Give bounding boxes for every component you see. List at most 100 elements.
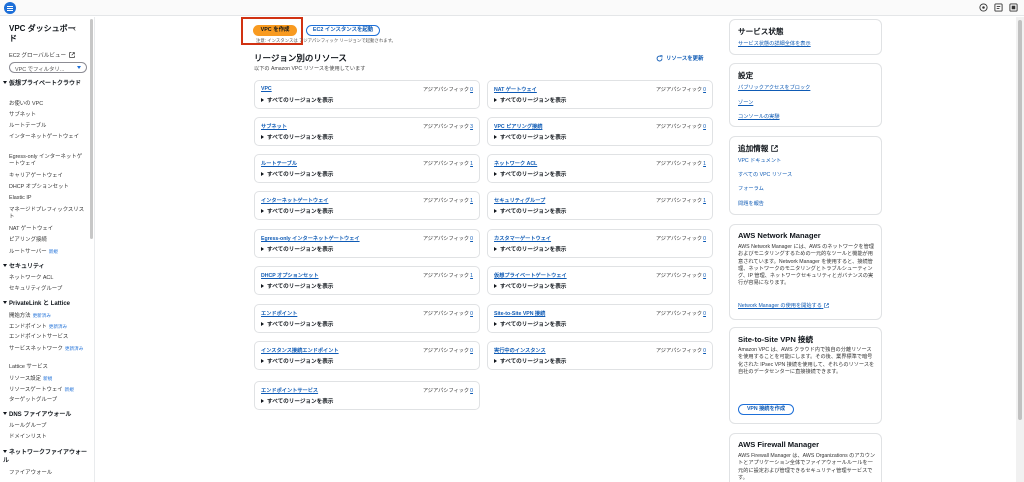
block-public-access-link[interactable]: パブリックアクセスをブロック <box>738 84 810 91</box>
resource-region-count: アジアパシフィック0 <box>422 236 473 242</box>
resource-link[interactable]: ネットワーク ACL <box>494 160 537 167</box>
show-all-regions-toggle[interactable]: すべてのリージョンを表示 <box>494 357 566 365</box>
external-link-icon <box>824 303 830 308</box>
resource-card-nacl: ネットワーク ACL アジアパシフィック1 すべてのリージョンを表示 <box>487 154 713 183</box>
sidebar-scrollbar[interactable] <box>90 19 93 239</box>
show-all-regions-toggle[interactable]: すべてのリージョンを表示 <box>494 96 566 104</box>
resource-link[interactable]: Egress-only インターネットゲートウェイ <box>261 235 360 242</box>
show-all-regions-toggle[interactable]: すべてのリージョンを表示 <box>261 320 333 328</box>
sidebar-item-nat[interactable]: NAT ゲートウェイ <box>9 226 85 233</box>
sidebar-item-lattice-services[interactable]: Lattice サービス <box>9 364 85 371</box>
sidebar-item-your-vpcs[interactable]: お使いの VPC <box>9 101 85 108</box>
resource-link[interactable]: Site-to-Site VPN 接続 <box>494 310 545 317</box>
sidebar-item-peering[interactable]: ピアリング接続 <box>9 237 85 244</box>
sidebar-section-network-firewall[interactable]: ネットワークファイアウォール <box>3 449 89 465</box>
resource-link[interactable]: DHCP オプションセット <box>261 272 319 279</box>
settings-panel: 設定 パブリックアクセスをブロック ゾーン コンソールの実験 <box>729 63 882 127</box>
help-icon[interactable] <box>1009 3 1018 12</box>
resource-link[interactable]: 実行中のインスタンス <box>494 347 546 354</box>
service-status-link[interactable]: サービス状態の詳細全体を表示 <box>738 40 811 47</box>
sidebar-section-dns[interactable]: DNS ファイアウォール <box>3 411 89 419</box>
sidebar-item-route-server[interactable]: ルートサーバー 新規 <box>9 248 85 256</box>
global-view-link[interactable]: EC2 グローバルビュー <box>9 51 75 59</box>
launch-ec2-button[interactable]: EC2 インスタンスを起動 <box>306 25 380 36</box>
resource-link[interactable]: エンドポイントサービス <box>261 387 318 394</box>
sidebar-item-target-groups[interactable]: ターゲットグループ <box>9 397 85 404</box>
top-bar <box>0 0 1024 16</box>
settings-icon[interactable] <box>994 3 1003 12</box>
show-all-regions-toggle[interactable]: すべてのリージョンを表示 <box>261 96 333 104</box>
show-all-regions-toggle[interactable]: すべてのリージョンを表示 <box>494 207 566 215</box>
forum-link[interactable]: フォーラム <box>738 185 764 192</box>
zones-link[interactable]: ゾーン <box>738 99 753 106</box>
vpc-docs-link[interactable]: VPC ドキュメント <box>738 157 781 164</box>
show-all-regions-toggle[interactable]: すべてのリージョンを表示 <box>494 245 566 253</box>
resource-link[interactable]: インスタンス接続エンドポイント <box>261 347 339 354</box>
sidebar-item-firewalls[interactable]: ファイアウォール <box>9 470 85 477</box>
show-all-regions-toggle[interactable]: すべてのリージョンを表示 <box>261 245 333 253</box>
resource-link[interactable]: VPC ピアリング接続 <box>494 123 542 130</box>
resource-link[interactable]: セキュリティグループ <box>494 197 545 204</box>
show-all-regions-toggle[interactable]: すべてのリージョンを表示 <box>261 170 333 178</box>
resource-link[interactable]: 仮想プライベートゲートウェイ <box>494 272 567 279</box>
resource-region-count: アジアパシフィック1 <box>422 273 473 279</box>
sidebar-item-carrier-gw[interactable]: キャリアゲートウェイ <box>9 173 85 180</box>
resource-card-igw: インターネットゲートウェイ アジアパシフィック1 すべてのリージョンを表示 <box>254 191 480 220</box>
sidebar-section-privatelink[interactable]: PrivateLink と Lattice <box>3 300 89 308</box>
menu-icon[interactable] <box>4 2 16 14</box>
console-experiments-link[interactable]: コンソールの実験 <box>738 113 780 120</box>
sidebar-collapse-icon[interactable]: ‹ <box>73 23 76 33</box>
network-manager-start-link[interactable]: Network Manager の使用を開始する <box>738 302 830 309</box>
sidebar-item-resource-config[interactable]: リソース設定 新規 <box>9 375 85 383</box>
vpn-description: Amazon VPC は、AWS クラウド内で独自の分離リソースを使用することを… <box>738 347 875 375</box>
resource-link[interactable]: サブネット <box>261 123 287 130</box>
sidebar-item-resource-gw[interactable]: リソースゲートウェイ 新規 <box>9 386 85 394</box>
sidebar-item-endpoint-services[interactable]: エンドポイントサービス <box>9 334 85 341</box>
resource-link[interactable]: NAT ゲートウェイ <box>494 86 537 93</box>
show-all-regions-toggle[interactable]: すべてのリージョンを表示 <box>261 207 333 215</box>
sidebar-item-sg[interactable]: セキュリティグループ <box>9 286 85 293</box>
show-all-regions-toggle[interactable]: すべてのリージョンを表示 <box>261 133 333 141</box>
sidebar-item-domain-lists[interactable]: ドメインリスト <box>9 434 85 441</box>
create-vpc-button[interactable]: VPC を作成 <box>253 25 297 36</box>
report-issue-link[interactable]: 問題を報告 <box>738 200 764 207</box>
sidebar-section-security[interactable]: セキュリティ <box>3 263 89 271</box>
resource-link[interactable]: カスタマーゲートウェイ <box>494 235 551 242</box>
show-all-regions-toggle[interactable]: すべてのリージョンを表示 <box>494 133 566 141</box>
show-all-regions-toggle[interactable]: すべてのリージョンを表示 <box>261 357 333 365</box>
sidebar-item-getting-started[interactable]: 開始方法 更新済み <box>9 312 85 320</box>
sidebar-item-rule-groups[interactable]: ルールグループ <box>9 423 85 430</box>
sidebar-item-endpoints[interactable]: エンドポイント 更新済み <box>9 323 85 331</box>
caret-down-icon <box>3 412 7 415</box>
scrollbar-thumb[interactable] <box>1018 20 1022 420</box>
show-all-regions-toggle[interactable]: すべてのリージョンを表示 <box>261 397 333 405</box>
sidebar-item-dhcp[interactable]: DHCP オプションセット <box>9 184 85 191</box>
caret-right-icon <box>494 359 497 363</box>
refresh-resources-button[interactable]: リソースを更新 <box>656 54 703 62</box>
show-all-regions-toggle[interactable]: すべてのリージョンを表示 <box>261 282 333 290</box>
caret-down-icon <box>3 81 7 84</box>
show-all-regions-toggle[interactable]: すべてのリージョンを表示 <box>494 170 566 178</box>
sidebar-item-egress-igw[interactable]: Egress-only インターネットゲートウェイ <box>9 154 85 168</box>
sidebar-item-prefix-lists[interactable]: マネージドプレフィックスリスト <box>9 207 85 221</box>
sidebar-item-nacl[interactable]: ネットワーク ACL <box>9 275 85 282</box>
sidebar-section-virtual-cloud[interactable]: 仮想プライベートクラウド <box>3 80 89 88</box>
resource-link[interactable]: インターネットゲートウェイ <box>261 197 328 204</box>
sidebar-item-igw[interactable]: インターネットゲートウェイ <box>9 134 85 141</box>
notifications-icon[interactable] <box>979 3 988 12</box>
resource-link[interactable]: エンドポイント <box>261 310 297 317</box>
show-all-regions-toggle[interactable]: すべてのリージョンを表示 <box>494 282 566 290</box>
vpc-filter-select[interactable]: VPC でフィルタリ... <box>9 62 87 73</box>
resource-link[interactable]: ルートテーブル <box>261 160 297 167</box>
resource-link[interactable]: VPC <box>261 86 272 92</box>
show-all-regions-toggle[interactable]: すべてのリージョンを表示 <box>494 320 566 328</box>
create-vpn-button[interactable]: VPN 接続を作成 <box>738 404 794 415</box>
sidebar-item-eip[interactable]: Elastic IP <box>9 195 85 202</box>
sidebar-item-service-networks[interactable]: サービスネットワーク 更新済み <box>9 345 85 353</box>
page-scrollbar[interactable] <box>1016 17 1024 482</box>
sidebar-item-route-tables[interactable]: ルートテーブル <box>9 123 85 130</box>
all-vpc-resources-link[interactable]: すべての VPC リソース <box>738 171 792 178</box>
service-status-panel: サービス状態 サービス状態の詳細全体を表示 <box>729 19 882 55</box>
resource-card-egress-igw: Egress-only インターネットゲートウェイ アジアパシフィック0 すべて… <box>254 229 480 258</box>
sidebar-item-subnets[interactable]: サブネット <box>9 112 85 119</box>
